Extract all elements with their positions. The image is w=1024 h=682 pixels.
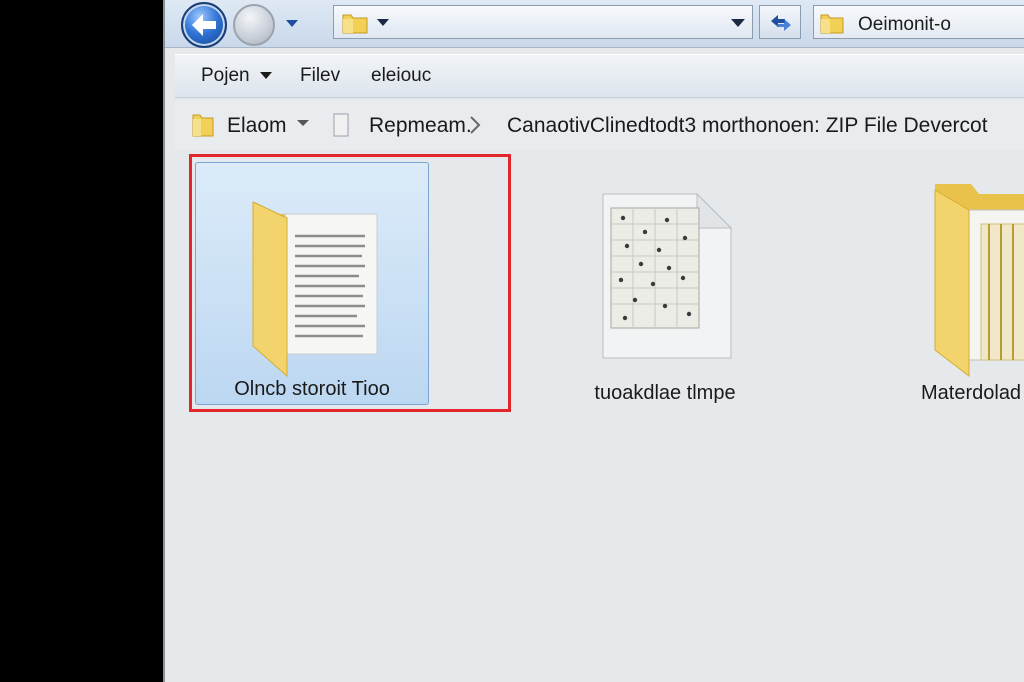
menu-item-label: Pojen	[201, 65, 250, 86]
explorer-window: Oeimonit-o Pojen Filev eleiouc Elaom Rep…	[163, 0, 1024, 682]
back-button[interactable]	[181, 2, 227, 48]
caret-down-icon	[259, 71, 272, 79]
folder-icon	[342, 14, 368, 34]
left-black-area	[0, 0, 163, 682]
search-text[interactable]: Oeimonit-o	[858, 14, 951, 36]
breadcrumb-item[interactable]: Repmeam.	[369, 114, 472, 138]
folder-icon	[934, 184, 1024, 378]
forward-button[interactable]	[233, 4, 275, 46]
menu-item-label: eleiouc	[371, 65, 432, 86]
caret-down-icon[interactable]	[297, 120, 309, 128]
menu-bar: Pojen Filev eleiouc	[175, 54, 1024, 98]
red-highlight-box	[189, 154, 511, 412]
file-item-label: Materdolad	[921, 382, 1022, 404]
menu-item-organize[interactable]: Pojen	[201, 65, 272, 87]
search-box[interactable]: Oeimonit-o	[813, 5, 1024, 39]
folder-icon	[820, 14, 844, 34]
breadcrumb-item-current[interactable]: CanaotivClinedtodt3 morthonoen: ZIP File…	[507, 114, 988, 138]
breadcrumb-item[interactable]: Elaom	[227, 114, 287, 138]
chevron-down-icon[interactable]	[730, 18, 746, 28]
menu-item-view[interactable]: eleiouc	[371, 65, 431, 87]
history-dropdown[interactable]	[285, 16, 299, 34]
file-list: Olncb storoit Tioo tuoakdlae tlmpe Mater…	[165, 150, 1024, 682]
menu-item-label: Filev	[300, 65, 341, 86]
chevron-down-icon[interactable]	[376, 18, 390, 28]
back-arrow-icon	[192, 14, 216, 36]
breadcrumb: Elaom Repmeam. CanaotivClinedtodt3 morth…	[175, 100, 1024, 150]
refresh-button[interactable]	[759, 5, 801, 39]
refresh-icon	[771, 15, 791, 31]
navigation-bar: Oeimonit-o	[165, 0, 1024, 48]
file-item-label: tuoakdlae tlmpe	[594, 382, 736, 404]
chevron-down-icon	[286, 20, 298, 27]
menu-item-file[interactable]: Filev	[300, 65, 340, 87]
chevron-right-icon	[470, 116, 481, 134]
address-bar[interactable]	[333, 5, 753, 39]
document-icon	[333, 113, 349, 137]
document-icon	[602, 192, 733, 359]
folder-icon	[192, 114, 214, 137]
